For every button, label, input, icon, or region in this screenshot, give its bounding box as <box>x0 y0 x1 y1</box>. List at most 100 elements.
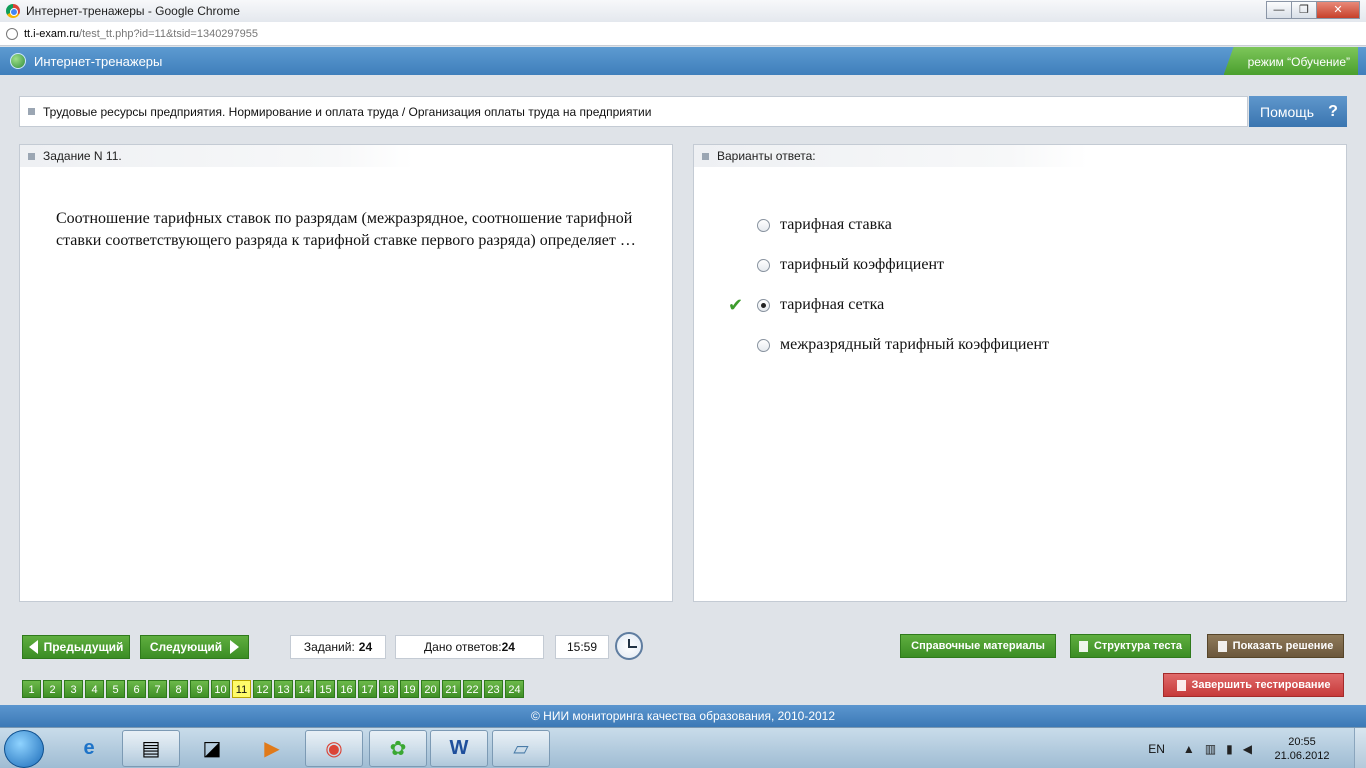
checkmark-icon <box>728 338 746 352</box>
answer-radio[interactable] <box>757 258 770 272</box>
pager-item[interactable]: 9 <box>190 680 209 698</box>
book-icon <box>1217 640 1227 652</box>
pager-item[interactable]: 6 <box>127 680 146 698</box>
prev-button[interactable]: Предыдущий <box>22 635 130 659</box>
notes-icon: ◪ <box>202 738 222 760</box>
answer-option[interactable]: ✔ тарифная сетка <box>724 285 1284 325</box>
answered-label: Дано ответов: <box>424 640 502 654</box>
document-icon <box>1078 640 1088 652</box>
word-icon: W <box>449 737 469 759</box>
next-button[interactable]: Следующий <box>140 635 249 659</box>
taskbar-media[interactable]: ▶ <box>243 730 301 767</box>
pager-item[interactable]: 15 <box>316 680 335 698</box>
test-structure-button[interactable]: Структура теста <box>1070 634 1191 658</box>
answer-radio-selected[interactable] <box>757 298 770 312</box>
runner-icon <box>1176 679 1186 691</box>
answer-radio[interactable] <box>757 338 770 352</box>
tasks-count: Заданий: 24 <box>290 635 386 659</box>
question-pager: 1 2 3 4 5 6 7 8 9 10 11 12 13 14 15 16 17 18 19 20 21 22 23 24 <box>22 680 526 698</box>
pager-item[interactable]: 24 <box>505 680 524 698</box>
language-indicator[interactable]: EN <box>1148 742 1165 756</box>
pager-item[interactable]: 4 <box>85 680 104 698</box>
pager-item[interactable]: 8 <box>169 680 188 698</box>
volume-icon[interactable]: ◀ <box>1243 742 1252 756</box>
ie-icon: e <box>83 737 95 759</box>
taskbar-notepad[interactable]: ▱ <box>492 730 550 767</box>
pager-item[interactable]: 12 <box>253 680 272 698</box>
pager-item[interactable]: 2 <box>43 680 62 698</box>
taskbar-notes[interactable]: ◪ <box>183 730 241 767</box>
pager-item[interactable]: 20 <box>421 680 440 698</box>
answer-label: тарифная сетка <box>780 296 885 313</box>
taskbar-chrome[interactable]: ◉ <box>305 730 363 767</box>
close-button[interactable]: ✕ <box>1316 1 1360 19</box>
window-titlebar: Интернет-тренажеры - Google Chrome — ❐ ✕ <box>0 0 1366 22</box>
pager-item[interactable]: 19 <box>400 680 419 698</box>
url-host: tt.i-exam.ru <box>24 27 80 40</box>
answer-radio[interactable] <box>757 218 770 232</box>
prev-label: Предыдущий <box>43 640 124 654</box>
tasks-label: Заданий: <box>303 640 355 654</box>
system-tray: EN ▲ ▥ ▮ ◀ 20:55 21.06.2012 <box>1148 728 1366 768</box>
topic-text: Трудовые ресурсы предприятия. Нормирован… <box>43 104 652 119</box>
help-button[interactable]: Помощь ? <box>1249 96 1347 127</box>
pager-item[interactable]: 7 <box>148 680 167 698</box>
taskbar-word[interactable]: W <box>430 730 488 767</box>
pager-item[interactable]: 18 <box>379 680 398 698</box>
clock-date: 21.06.2012 <box>1274 749 1330 762</box>
answer-option[interactable]: тарифный коэффициент <box>724 245 1284 285</box>
signal-icon[interactable]: ▮ <box>1226 742 1233 756</box>
timer-value: 15:59 <box>566 640 598 654</box>
pager-item[interactable]: 1 <box>22 680 41 698</box>
pager-item[interactable]: 14 <box>295 680 314 698</box>
media-player-icon: ▶ <box>264 738 280 760</box>
chrome-taskbar-icon: ◉ <box>325 738 343 760</box>
arrow-left-icon <box>28 640 38 654</box>
start-button[interactable] <box>4 730 44 768</box>
globe-icon <box>10 53 26 69</box>
minimize-button[interactable]: — <box>1266 1 1292 19</box>
answer-option[interactable]: тарифная ставка <box>724 205 1284 245</box>
folder-icon: ▤ <box>141 738 161 760</box>
answer-option[interactable]: межразрядный тарифный коэффициент <box>724 325 1284 365</box>
pager-item[interactable]: 11 <box>232 680 251 698</box>
maximize-button[interactable]: ❐ <box>1291 1 1317 19</box>
taskbar-ie[interactable]: e <box>60 730 118 767</box>
pager-item[interactable]: 22 <box>463 680 482 698</box>
answered-value: 24 <box>501 640 515 654</box>
pager-item[interactable]: 10 <box>211 680 230 698</box>
finish-test-button[interactable]: Завершить тестирование <box>1163 673 1344 697</box>
reference-materials-button[interactable]: Справочные материалы <box>900 634 1056 658</box>
notepad-icon: ▱ <box>513 738 529 760</box>
pager-item[interactable]: 3 <box>64 680 83 698</box>
pager-item[interactable]: 21 <box>442 680 461 698</box>
show-desktop-button[interactable] <box>1354 728 1366 768</box>
answers-heading-bar: Варианты ответа: <box>694 145 1088 167</box>
taskbar-icq[interactable]: ✿ <box>369 730 427 767</box>
checkmark-icon <box>728 258 746 272</box>
finish-label: Завершить тестирование <box>1191 679 1331 691</box>
arrow-right-icon <box>230 640 240 654</box>
chrome-icon <box>6 4 20 18</box>
pager-item[interactable]: 16 <box>337 680 356 698</box>
site-footer: © НИИ мониторинга качества образования, … <box>0 705 1366 727</box>
address-bar[interactable]: tt.i-exam.ru /test_tt.php?id=11&tsid=134… <box>0 22 1366 46</box>
mode-badge: режим “Обучение” <box>1223 47 1358 75</box>
pager-item[interactable]: 23 <box>484 680 503 698</box>
site-brand: Интернет-тренажеры <box>34 53 163 69</box>
answer-label: тарифный коэффициент <box>780 256 945 273</box>
tray-arrow-icon[interactable]: ▲ <box>1183 742 1195 756</box>
question-heading: Задание N 11. <box>43 149 122 163</box>
question-mark-icon: ? <box>1328 102 1338 120</box>
pager-item[interactable]: 13 <box>274 680 293 698</box>
taskbar-clock[interactable]: 20:55 21.06.2012 <box>1262 735 1342 763</box>
page-icon <box>6 27 18 40</box>
taskbar-explorer[interactable]: ▤ <box>122 730 180 767</box>
answer-label: тарифная ставка <box>780 216 892 233</box>
network-icon[interactable]: ▥ <box>1205 742 1216 756</box>
pager-item[interactable]: 5 <box>106 680 125 698</box>
checkmark-icon: ✔ <box>728 295 744 315</box>
pager-item[interactable]: 17 <box>358 680 377 698</box>
os-taskbar: e ▤ ◪ ▶ ◉ ✿ W ▱ EN ▲ ▥ ▮ ◀ 20:55 21.06.2… <box>0 727 1366 768</box>
show-solution-button[interactable]: Показать решение <box>1207 634 1344 658</box>
